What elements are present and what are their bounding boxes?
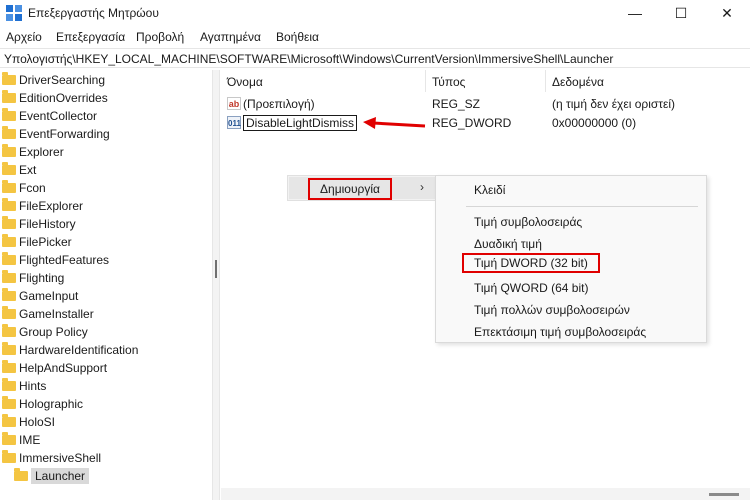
tree-item[interactable]: Group Policy — [0, 323, 200, 341]
menu-edit[interactable]: Επεξεργασία — [56, 30, 125, 44]
folder-icon — [14, 468, 28, 481]
tree-item[interactable]: GameInput — [0, 287, 200, 305]
folder-icon — [2, 378, 16, 391]
menu-file[interactable]: Αρχείο — [6, 30, 42, 44]
value-data: (η τιμή δεν έχει οριστεί) — [552, 97, 676, 111]
submenu-dword-value[interactable]: Τιμή DWORD (32 bit) — [462, 253, 600, 273]
tree-item[interactable]: ImmersiveShell — [0, 449, 200, 467]
value-row[interactable]: 011 DisableLightDismiss REG_DWORD 0x0000… — [221, 114, 750, 132]
folder-icon — [2, 324, 16, 337]
folder-icon — [2, 108, 16, 121]
column-header-data[interactable]: Δεδομένα — [546, 70, 750, 92]
folder-icon — [2, 270, 16, 283]
folder-icon — [2, 396, 16, 409]
menu-view[interactable]: Προβολή — [136, 30, 184, 44]
folder-icon — [2, 144, 16, 157]
folder-icon — [2, 306, 16, 319]
tree-item[interactable]: Fcon — [0, 179, 200, 197]
new-menu-label[interactable]: Δημιουργία — [308, 178, 392, 200]
scrollbar-thumb[interactable] — [709, 493, 739, 496]
value-type: REG_DWORD — [432, 116, 512, 130]
menu-favorites[interactable]: Αγαπημένα — [200, 30, 261, 44]
red-arrow-icon — [363, 117, 426, 129]
tree-item[interactable]: EditionOverrides — [0, 89, 200, 107]
folder-icon — [2, 432, 16, 445]
submenu-qword-value[interactable]: Τιμή QWORD (64 bit) — [474, 281, 588, 295]
context-menu: Δημιουργία › — [287, 175, 437, 201]
splitter-grip[interactable] — [215, 260, 217, 278]
submenu-expandable-string-value[interactable]: Επεκτάσιμη τιμή συμβολοσειράς — [474, 325, 646, 339]
binary-value-icon: 011 — [227, 116, 241, 129]
column-header-type[interactable]: Τύπος — [426, 70, 546, 92]
string-value-icon: ab — [227, 97, 241, 110]
title-bar: Επεξεργαστής Μητρώου — ☐ ✕ — [0, 0, 750, 26]
submenu-string-value[interactable]: Τιμή συμβολοσειράς — [474, 215, 582, 229]
folder-icon — [2, 360, 16, 373]
tree-item[interactable]: Hints — [0, 377, 200, 395]
submenu-multi-string-value[interactable]: Τιμή πολλών συμβολοσειρών — [474, 303, 630, 317]
tree-item[interactable]: Ext — [0, 161, 200, 179]
folder-icon — [2, 216, 16, 229]
horizontal-scrollbar[interactable] — [221, 488, 750, 500]
submenu-arrow-icon: › — [420, 180, 424, 194]
folder-icon — [2, 288, 16, 301]
maximize-button[interactable]: ☐ — [658, 0, 704, 26]
folder-icon — [2, 342, 16, 355]
window-title: Επεξεργαστής Μητρώου — [28, 6, 159, 20]
tree-item[interactable]: FileHistory — [0, 215, 200, 233]
folder-icon — [2, 180, 16, 193]
pane-splitter[interactable] — [212, 70, 220, 500]
value-name: DisableLightDismiss — [243, 115, 358, 131]
folder-icon — [2, 450, 16, 463]
tree-item[interactable]: EventForwarding — [0, 125, 200, 143]
folder-icon — [2, 162, 16, 175]
folder-icon — [2, 90, 16, 103]
tree-item[interactable]: FilePicker — [0, 233, 200, 251]
value-data: 0x00000000 (0) — [552, 116, 637, 130]
tree-item[interactable]: HoloSI — [0, 413, 200, 431]
folder-icon — [2, 414, 16, 427]
close-button[interactable]: ✕ — [704, 0, 750, 26]
tree-item[interactable]: Holographic — [0, 395, 200, 413]
submenu-binary-value[interactable]: Δυαδική τιμή — [474, 237, 542, 251]
tree-item[interactable]: EventCollector — [0, 107, 200, 125]
folder-icon — [2, 198, 16, 211]
column-header-name[interactable]: Όνομα — [221, 70, 426, 92]
tree-item[interactable]: Flighting — [0, 269, 200, 287]
menu-help[interactable]: Βοήθεια — [276, 30, 319, 44]
folder-icon — [2, 72, 16, 85]
menu-bar: Αρχείο Επεξεργασία Προβολή Αγαπημένα Βοή… — [0, 27, 750, 47]
submenu-separator — [466, 206, 698, 207]
submenu-key[interactable]: Κλειδί — [474, 183, 505, 197]
tree-item[interactable]: FlightedFeatures — [0, 251, 200, 269]
tree-item-selected[interactable]: Launcher — [0, 467, 200, 485]
value-row[interactable]: ab (Προεπιλογή) REG_SZ (η τιμή δεν έχει … — [221, 95, 750, 113]
registry-tree[interactable]: DriverSearching EditionOverrides EventCo… — [0, 70, 212, 500]
tree-item[interactable]: FileExplorer — [0, 197, 200, 215]
tree-item[interactable]: HardwareIdentification — [0, 341, 200, 359]
new-submenu: Κλειδί Τιμή συμβολοσειράς Δυαδική τιμή Τ… — [435, 175, 707, 343]
tree-item[interactable]: Explorer — [0, 143, 200, 161]
value-type: REG_SZ — [432, 97, 481, 111]
tree-item[interactable]: DriverSearching — [0, 71, 200, 89]
tree-item[interactable]: IME — [0, 431, 200, 449]
value-name: (Προεπιλογή) — [243, 97, 315, 111]
folder-icon — [2, 252, 16, 265]
tree-item[interactable]: GameInstaller — [0, 305, 200, 323]
address-bar[interactable]: Υπολογιστής\HKEY_LOCAL_MACHINE\SOFTWARE\… — [0, 48, 750, 68]
registry-editor-app-icon — [6, 5, 22, 21]
folder-icon — [2, 126, 16, 139]
folder-icon — [2, 234, 16, 247]
minimize-button[interactable]: — — [612, 0, 658, 26]
address-path[interactable]: Υπολογιστής\HKEY_LOCAL_MACHINE\SOFTWARE\… — [4, 52, 613, 66]
tree-item[interactable]: HelpAndSupport — [0, 359, 200, 377]
